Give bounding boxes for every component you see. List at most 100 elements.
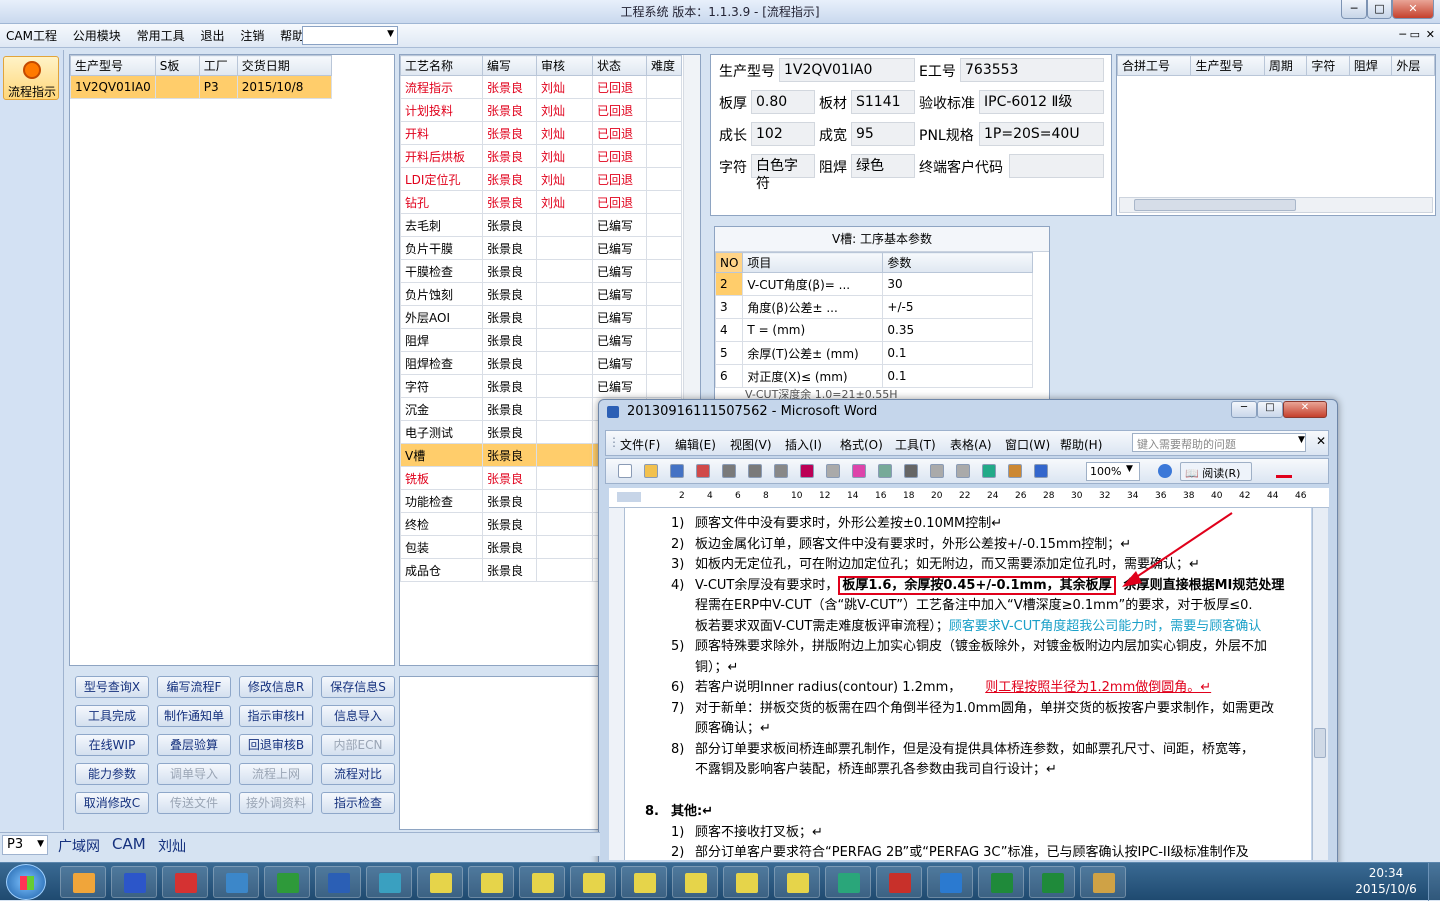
action-button[interactable]: 编写流程F — [157, 676, 231, 698]
len-field[interactable]: 102 — [751, 122, 815, 146]
col-process[interactable]: 工艺名称 — [400, 55, 483, 76]
word-menu-item[interactable]: 编辑(E) — [675, 436, 716, 453]
table-row[interactable]: 负片干膜 张景良 已编写 — [400, 236, 682, 260]
toolbar-icon[interactable] — [982, 464, 996, 478]
col-s[interactable]: S板 — [154, 55, 200, 76]
taskbar-app-button[interactable] — [264, 866, 310, 898]
menu-combo[interactable]: ▼ — [302, 26, 398, 45]
toolbar-icon[interactable] — [956, 464, 970, 478]
table-row[interactable]: 计划投料 张景良 刘灿 已回退 — [400, 98, 682, 122]
taskbar-app-button[interactable] — [519, 866, 565, 898]
col-model[interactable]: 生产型号 — [70, 55, 156, 76]
action-button[interactable]: 取消修改C — [75, 792, 149, 814]
col-merge-mask[interactable]: 阻焊 — [1348, 55, 1393, 76]
action-button[interactable]: 保存信息S — [321, 676, 395, 698]
flow-nav-button[interactable]: 流程指示 — [3, 56, 59, 100]
col-merge-outer[interactable]: 外层 — [1391, 55, 1435, 76]
toolbar-icon[interactable] — [1034, 464, 1048, 478]
word-maximize-button[interactable]: □ — [1257, 401, 1283, 418]
word-menu-item[interactable]: 插入(I) — [785, 436, 822, 453]
menu-tools[interactable]: 常用工具 — [131, 24, 191, 48]
taskbar-app-button[interactable] — [213, 866, 259, 898]
table-row[interactable]: 流程指示 张景良 刘灿 已回退 — [400, 75, 682, 99]
taskbar-app-button[interactable] — [927, 866, 973, 898]
action-button[interactable]: 叠层验算 — [157, 734, 231, 756]
toolbar-icon[interactable] — [1008, 464, 1022, 478]
col-reviewer[interactable]: 审核 — [536, 55, 593, 76]
table-row[interactable]: 2 V-CUT角度(β)= ... 30 — [715, 272, 1033, 296]
vertical-ruler[interactable] — [609, 508, 625, 860]
toolbar-icon[interactable] — [748, 464, 762, 478]
action-button[interactable]: 指示审核H — [239, 705, 313, 727]
action-button[interactable]: 接外调资料 — [239, 792, 313, 814]
menu-exit[interactable]: 退出 — [194, 24, 230, 48]
table-row[interactable]: 开料 张景良 刘灿 已回退 — [400, 121, 682, 145]
pnl-field[interactable]: 1P=20S=40U — [979, 122, 1104, 146]
word-menu-item[interactable]: 帮助(H) — [1060, 436, 1102, 453]
action-button[interactable]: 内部ECN — [321, 734, 395, 756]
menu-common[interactable]: 公用模块 — [67, 24, 127, 48]
action-button[interactable]: 流程对比 — [321, 763, 395, 785]
toolbar-icon[interactable] — [618, 464, 632, 478]
word-menu-item[interactable]: 表格(A) — [950, 436, 992, 453]
mat-field[interactable]: S1141 — [851, 90, 915, 114]
toolbar-icon[interactable] — [904, 464, 918, 478]
toolbar-icon[interactable] — [644, 464, 658, 478]
taskbar-app-button[interactable] — [1080, 866, 1126, 898]
action-button[interactable]: 回退审核B — [239, 734, 313, 756]
menu-logout[interactable]: 注销 — [234, 24, 270, 48]
action-button[interactable]: 修改信息R — [239, 676, 313, 698]
model-field[interactable]: 1V2QV01IA0 — [779, 58, 915, 82]
col-merge-char[interactable]: 字符 — [1306, 55, 1350, 76]
toolbar-icon[interactable] — [774, 464, 788, 478]
taskbar-app-button[interactable] — [672, 866, 718, 898]
table-row[interactable]: 钻孔 张景良 刘灿 已回退 — [400, 190, 682, 214]
start-button[interactable] — [6, 864, 46, 900]
factory-select[interactable]: P3 ▼ — [2, 835, 48, 855]
action-button[interactable]: 工具完成 — [75, 705, 149, 727]
std-field[interactable]: IPC-6012 Ⅱ级 — [979, 90, 1104, 114]
help-icon[interactable] — [1158, 464, 1172, 478]
char-field[interactable]: 白色字符 — [751, 154, 815, 192]
col-merge-no[interactable]: 合拼工号 — [1116, 55, 1192, 76]
table-row[interactable]: 6 对正度(X)≤ (mm) 0.1 — [715, 364, 1033, 388]
clock[interactable]: 20:34 2015/10/6 — [1350, 865, 1422, 897]
word-menu-item[interactable]: 视图(V) — [730, 436, 772, 453]
table-row[interactable]: 3 角度(β)公差± ... +/-5 — [715, 295, 1033, 319]
table-row[interactable]: 阻焊检查 张景良 已编写 — [400, 351, 682, 375]
merge-hscrollbar[interactable] — [1119, 197, 1433, 213]
inner-minimize-button[interactable]: ─ — [1399, 28, 1406, 41]
toolbar-icon[interactable] — [670, 464, 684, 478]
taskbar-app-button[interactable] — [162, 866, 208, 898]
inner-close-button[interactable]: ✕ — [1426, 28, 1435, 41]
action-button[interactable]: 型号查询X — [75, 676, 149, 698]
taskbar-app-button[interactable] — [621, 866, 667, 898]
minimize-button[interactable]: ─ — [1341, 0, 1367, 19]
word-menu-item[interactable]: 格式(O) — [840, 436, 883, 453]
table-row[interactable]: 字符 张景良 已编写 — [400, 374, 682, 398]
menu-cam[interactable]: CAM工程 — [0, 24, 63, 48]
action-button[interactable]: 流程上网 — [239, 763, 313, 785]
taskbar-app-button[interactable] — [1029, 866, 1075, 898]
maximize-button[interactable]: □ — [1367, 0, 1392, 19]
col-date[interactable]: 交货日期 — [236, 55, 333, 76]
taskbar-app-button[interactable] — [60, 866, 106, 898]
wid-field[interactable]: 95 — [851, 122, 915, 146]
col-merge-cycle[interactable]: 周期 — [1263, 55, 1308, 76]
taskbar-app-button[interactable] — [570, 866, 616, 898]
taskbar-app-button[interactable] — [978, 866, 1024, 898]
action-button[interactable]: 能力参数 — [75, 763, 149, 785]
table-row[interactable]: 开料后烘板 张景良 刘灿 已回退 — [400, 144, 682, 168]
thick-field[interactable]: 0.80 — [751, 90, 815, 114]
action-button[interactable]: 调单导入 — [157, 763, 231, 785]
toolbar-icon[interactable] — [878, 464, 892, 478]
table-row[interactable]: 5 余厚(T)公差± (mm) 0.1 — [715, 341, 1033, 365]
font-color-icon[interactable] — [1276, 464, 1292, 478]
taskbar-app-button[interactable] — [723, 866, 769, 898]
word-window[interactable]: 20130916111507562 - Microsoft Word ─ □ ✕… — [598, 399, 1338, 869]
show-desktop-button[interactable] — [1428, 863, 1440, 901]
col-merge-model[interactable]: 生产型号 — [1190, 55, 1265, 76]
action-button[interactable]: 信息导入 — [321, 705, 395, 727]
toolbar-icon[interactable] — [696, 464, 710, 478]
table-row[interactable]: 4T = (mm) 0.35 — [715, 318, 1033, 342]
